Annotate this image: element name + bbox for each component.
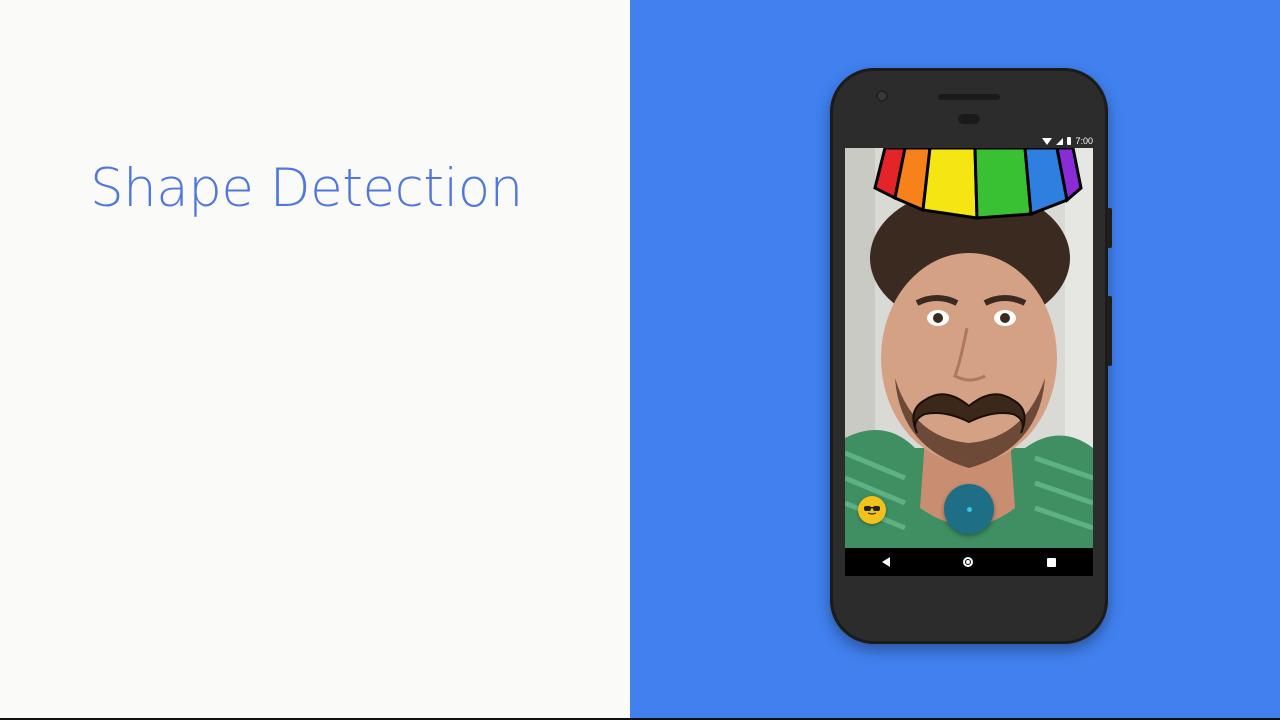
- left-panel: Shape Detection: [0, 0, 630, 720]
- home-icon[interactable]: [963, 557, 974, 567]
- wifi-icon: [1042, 137, 1053, 145]
- right-panel: 7:00: [630, 0, 1280, 720]
- earpiece: [958, 114, 980, 124]
- android-nav-bar: [845, 548, 1093, 576]
- slide-title: Shape Detection: [90, 158, 523, 219]
- sunglasses-emoji-icon: [864, 506, 880, 515]
- mask-select-button[interactable]: [858, 496, 886, 524]
- status-time: 7:00: [1075, 136, 1093, 146]
- recents-icon[interactable]: [1047, 557, 1057, 567]
- battery-icon: [1067, 137, 1072, 145]
- capture-button[interactable]: [944, 484, 994, 534]
- back-icon[interactable]: [881, 557, 890, 567]
- presentation-slide: Shape Detection 7:00: [0, 0, 1280, 720]
- record-dot-icon: [966, 506, 972, 512]
- front-camera: [876, 90, 888, 102]
- camera-screen: [845, 148, 1093, 548]
- status-bar: 7:00: [845, 134, 1093, 148]
- signal-icon: [1056, 137, 1064, 145]
- speaker-grille: [938, 94, 1000, 100]
- phone-mockup: 7:00: [830, 68, 1112, 644]
- power-button: [1107, 208, 1112, 248]
- volume-button: [1107, 296, 1112, 366]
